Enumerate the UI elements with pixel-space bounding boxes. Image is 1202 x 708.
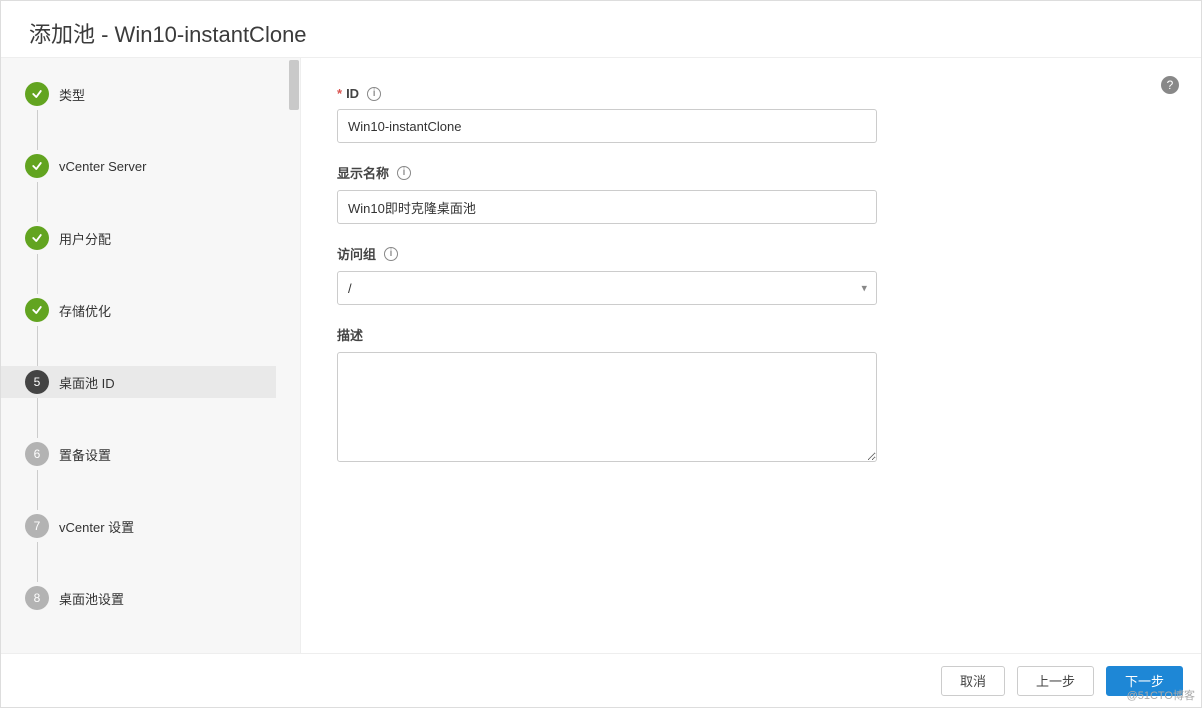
dialog-footer: 取消 上一步 下一步 (1, 653, 1201, 707)
wizard-step-label: vCenter Server (59, 159, 146, 174)
wizard-step-label: vCenter 设置 (59, 517, 134, 536)
description-label: 描述 (337, 325, 897, 344)
step-connector (37, 398, 38, 438)
info-icon[interactable]: i (397, 166, 411, 180)
step-connector (37, 254, 38, 294)
wizard-step-2[interactable]: vCenter Server (25, 150, 300, 182)
cancel-button[interactable]: 取消 (941, 666, 1005, 696)
wizard-step-label: 类型 (59, 85, 85, 104)
step-connector (37, 542, 38, 582)
description-label-text: 描述 (337, 325, 363, 344)
wizard-step-4[interactable]: 存储优化 (25, 294, 300, 326)
access-group-select[interactable]: / (337, 271, 877, 305)
display-name-label: 显示名称 i (337, 163, 897, 182)
step-number-badge: 7 (25, 514, 49, 538)
step-connector (37, 110, 38, 150)
wizard-step-label: 存储优化 (59, 301, 111, 320)
check-icon (25, 154, 49, 178)
wizard-sidebar: 类型 vCenter Server 用户分配存储优化 5 桌面池 ID 6 置备设置 7 vCe… (1, 58, 301, 653)
dialog-title: 添加池 - Win10-instantClone (1, 1, 1201, 57)
check-icon (25, 298, 49, 322)
wizard-step-7: 7 vCenter 设置 (25, 510, 300, 542)
step-number-badge: 5 (25, 370, 49, 394)
wizard-step-8: 8 桌面池设置 (25, 582, 300, 614)
required-asterisk: * (337, 86, 342, 101)
step-connector (37, 326, 38, 366)
description-textarea[interactable] (337, 352, 877, 462)
access-group-label-text: 访问组 (337, 244, 376, 263)
wizard-step-label: 用户分配 (59, 229, 111, 248)
step-connector (37, 182, 38, 222)
step-connector (37, 470, 38, 510)
display-name-label-text: 显示名称 (337, 163, 389, 182)
wizard-step-6: 6 置备设置 (25, 438, 300, 470)
step-number-badge: 6 (25, 442, 49, 466)
wizard-step-label: 置备设置 (59, 445, 111, 464)
id-label-text: ID (346, 86, 359, 101)
watermark-text: @51CTO博客 (1127, 687, 1195, 703)
check-icon (25, 226, 49, 250)
wizard-step-5: 5 桌面池 ID (1, 366, 276, 398)
wizard-step-1[interactable]: 类型 (25, 78, 300, 110)
info-icon[interactable]: i (384, 247, 398, 261)
access-group-label: 访问组 i (337, 244, 897, 263)
help-icon[interactable]: ? (1161, 76, 1179, 94)
wizard-step-3[interactable]: 用户分配 (25, 222, 300, 254)
id-label: * ID i (337, 86, 897, 101)
info-icon[interactable]: i (367, 87, 381, 101)
previous-button[interactable]: 上一步 (1017, 666, 1094, 696)
form-panel: ? * ID i 显示名称 i 访问组 i (301, 58, 1201, 653)
step-number-badge: 8 (25, 586, 49, 610)
display-name-input[interactable] (337, 190, 877, 224)
check-icon (25, 82, 49, 106)
wizard-step-label: 桌面池设置 (59, 589, 124, 608)
id-input[interactable] (337, 109, 877, 143)
wizard-step-label: 桌面池 ID (59, 373, 115, 392)
